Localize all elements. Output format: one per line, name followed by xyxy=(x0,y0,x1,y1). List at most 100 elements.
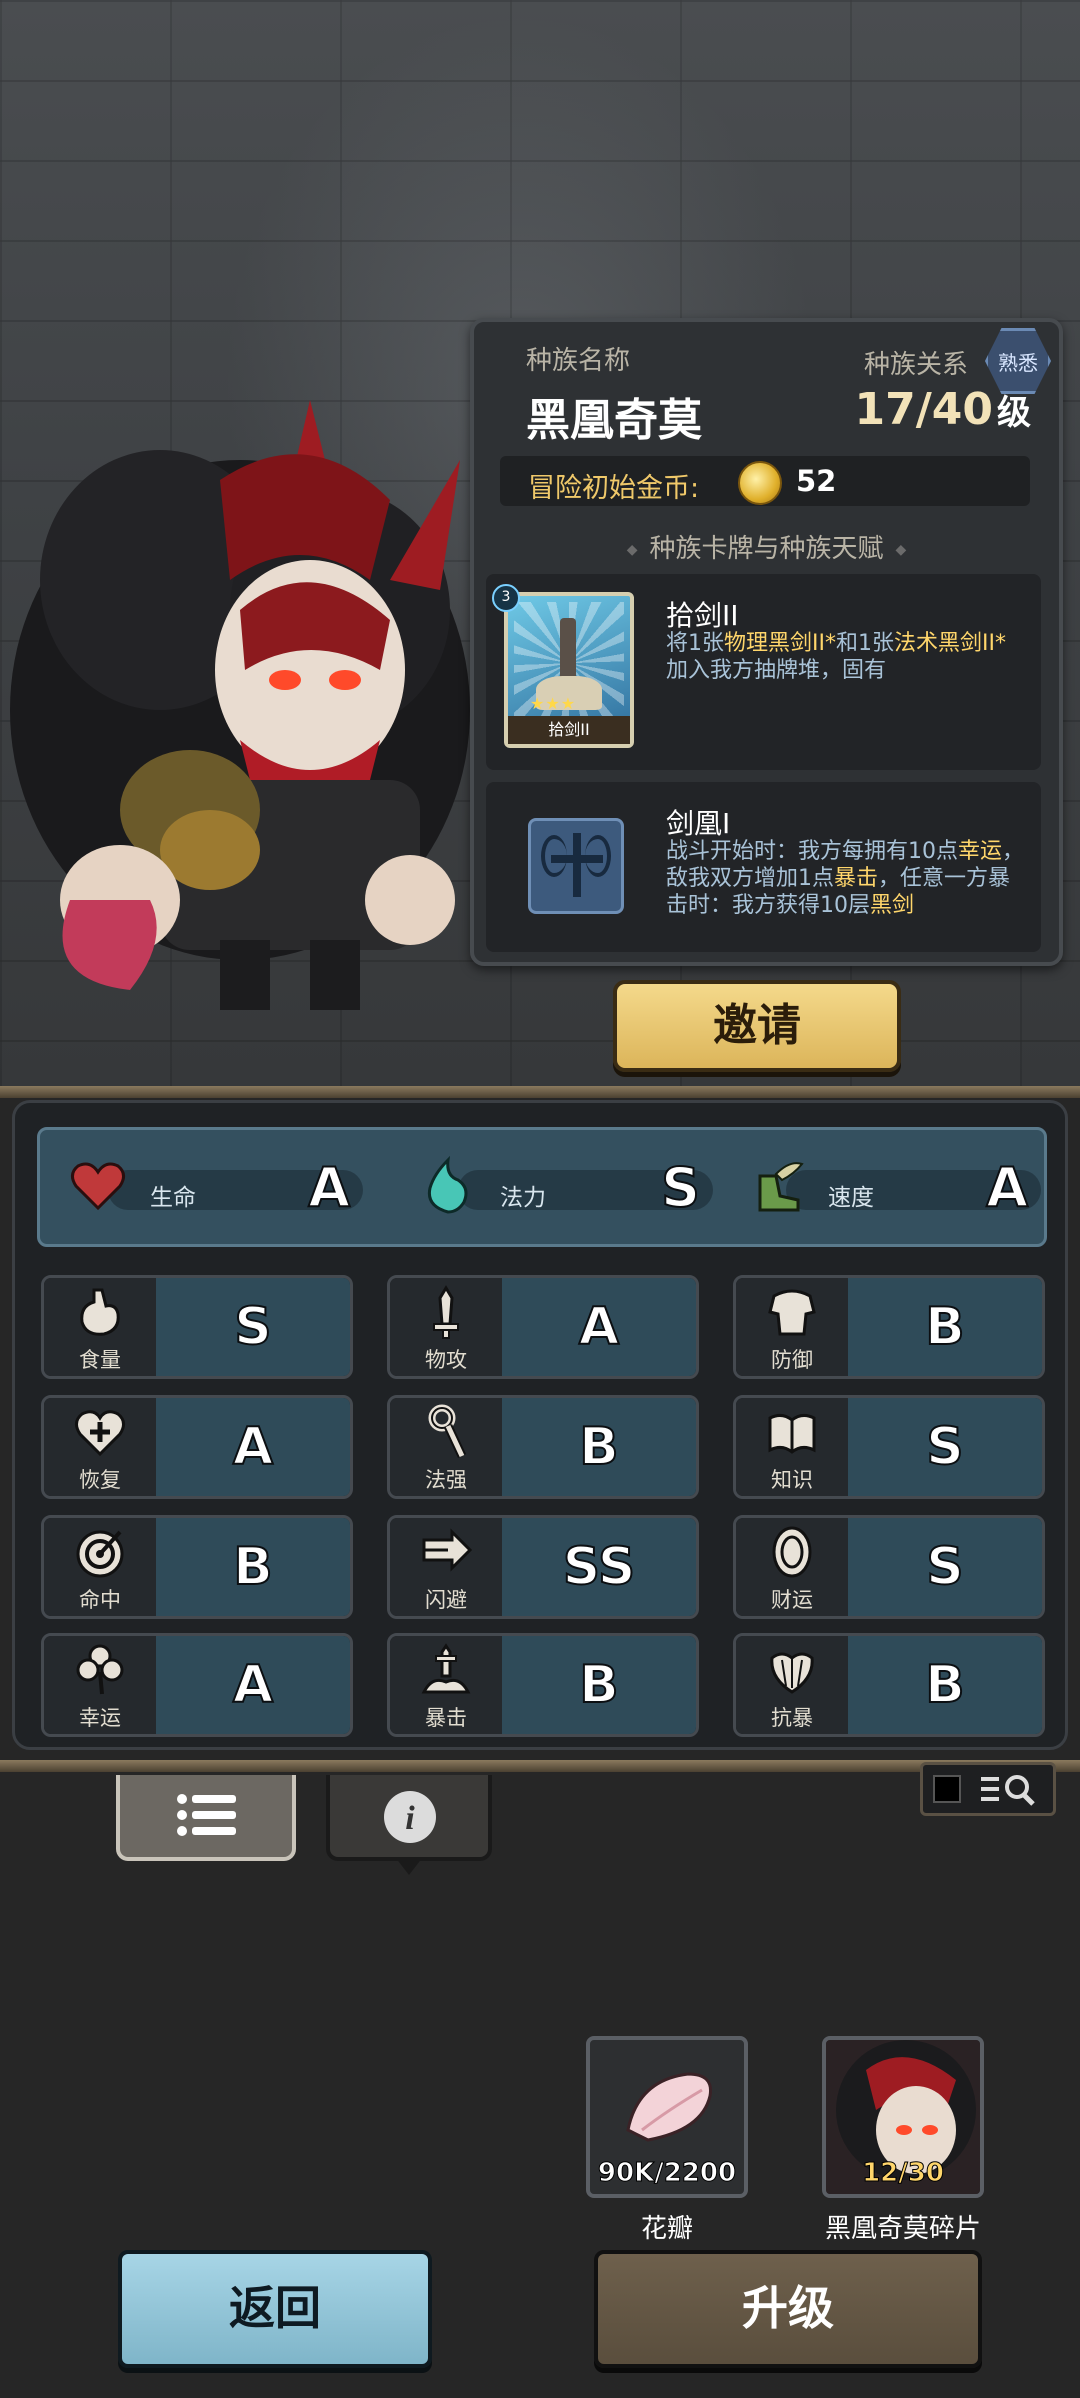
attr-magic-power[interactable]: 法强 B xyxy=(387,1395,699,1499)
race-talent-entry[interactable]: 剑凰I 战斗开始时：我方每拥有10点幸运，敌我双方增加1点暴击，任意一方暴击时：… xyxy=(486,782,1041,952)
attr-recovery[interactable]: 恢复 A xyxy=(41,1395,353,1499)
race-talent-title: 剑凰I xyxy=(666,807,731,840)
attr-grade: S xyxy=(925,1536,964,1598)
target-icon xyxy=(76,1530,124,1578)
race-level-value: 17/40 xyxy=(854,384,993,435)
stat-speed[interactable]: 速度 A xyxy=(746,1155,1046,1220)
info-icon: i xyxy=(384,1791,436,1843)
attr-physical-attack[interactable]: 物攻 A xyxy=(387,1275,699,1379)
attr-luck[interactable]: 幸运 A xyxy=(41,1633,353,1737)
attr-name: 食量 xyxy=(79,1348,121,1372)
race-talent-description: 战斗开始时：我方每拥有10点幸运，敌我双方增加1点暴击，任意一方暴击时：我方获得… xyxy=(666,839,1025,918)
back-button[interactable]: 返回 xyxy=(118,2250,432,2368)
material-name: 黑凰奇莫碎片 xyxy=(824,2214,981,2244)
stat-mana[interactable]: 法力 S xyxy=(418,1155,718,1220)
card-thumb-caption: 拾剑II xyxy=(508,716,630,744)
material-hero-shard[interactable]: 12/30 xyxy=(822,2036,984,2198)
attr-grade: S xyxy=(233,1296,272,1358)
starting-gold-value: 52 xyxy=(796,464,837,498)
relation-badge-text: 熟悉 xyxy=(998,350,1038,375)
attr-grade: S xyxy=(925,1416,964,1478)
material-count: 12/30 xyxy=(862,2158,945,2189)
attr-critical[interactable]: 暴击 B xyxy=(387,1633,699,1737)
book-icon xyxy=(768,1413,816,1454)
attr-crit-resist[interactable]: 抗暴 B xyxy=(733,1633,1045,1737)
attr-name: 防御 xyxy=(771,1348,813,1372)
attr-defense[interactable]: 防御 B xyxy=(733,1275,1045,1379)
shell-icon xyxy=(770,1652,814,1694)
staff-icon xyxy=(428,1404,467,1458)
race-card-thumbnail[interactable]: ★★★ 拾剑II xyxy=(504,592,634,748)
attr-grade: SS xyxy=(562,1536,637,1598)
attr-knowledge[interactable]: 知识 S xyxy=(733,1395,1045,1499)
attr-grade: B xyxy=(578,1416,620,1478)
attr-grade: B xyxy=(924,1654,966,1716)
search-list-icon[interactable] xyxy=(979,1771,1039,1807)
winged-sword-icon xyxy=(528,818,624,914)
attr-grade: A xyxy=(232,1416,274,1478)
attr-food[interactable]: 食量 S xyxy=(41,1275,353,1379)
primary-stats-bar: 生命 A 法力 S 速度 A xyxy=(37,1127,1047,1247)
stat-grade: S xyxy=(660,1155,701,1220)
attr-name: 命中 xyxy=(79,1588,121,1612)
material-petal[interactable]: 90K/2200 xyxy=(586,2036,748,2198)
toggle-checkbox-icon[interactable] xyxy=(933,1775,961,1803)
attr-name: 抗暴 xyxy=(771,1706,813,1730)
race-level-unit: 级 xyxy=(997,393,1031,433)
attr-name: 幸运 xyxy=(79,1706,121,1730)
mana-flame-icon xyxy=(427,1156,468,1214)
stat-name: 速度 xyxy=(828,1185,874,1211)
attr-grade: A xyxy=(578,1296,620,1358)
upgrade-button[interactable]: 升级 xyxy=(594,2250,982,2368)
stomach-icon xyxy=(80,1288,120,1336)
stat-name: 生命 xyxy=(150,1185,196,1211)
invite-button[interactable]: 邀请 xyxy=(613,980,901,1072)
race-name: 黑凰奇莫 xyxy=(526,395,702,446)
attr-grade: B xyxy=(578,1654,620,1716)
hero-character-art xyxy=(10,400,470,1010)
heart-icon xyxy=(71,1162,125,1211)
material-name: 花瓣 xyxy=(640,2214,693,2244)
race-name-label: 种族名称 xyxy=(526,346,631,376)
sword-icon xyxy=(433,1285,459,1339)
attr-grade: B xyxy=(232,1536,274,1598)
stat-health[interactable]: 生命 A xyxy=(68,1155,368,1220)
heart-plus-icon xyxy=(75,1410,125,1457)
tab-attributes-list[interactable] xyxy=(116,1775,296,1861)
card-talent-section-title: 种族卡牌与种族天赋 xyxy=(474,528,1059,565)
attr-name: 物攻 xyxy=(425,1348,467,1372)
attr-wealth[interactable]: 财运 S xyxy=(733,1515,1045,1619)
race-level: 17/40 级 xyxy=(854,384,1031,435)
petal-icon xyxy=(626,2072,713,2142)
card-stars-icon: ★★★ xyxy=(530,694,577,713)
frame-divider-top xyxy=(0,1086,1080,1098)
tab-info[interactable]: i xyxy=(326,1775,492,1875)
card-cost-badge: 3 xyxy=(492,584,520,612)
clover-icon xyxy=(76,1644,124,1695)
stat-grade: A xyxy=(307,1155,351,1220)
dodge-arrow-icon xyxy=(422,1528,473,1572)
attr-name: 闪避 xyxy=(425,1588,467,1612)
winged-boot-icon xyxy=(758,1162,804,1212)
attr-grade: A xyxy=(232,1654,274,1716)
race-relation-label: 种族关系 xyxy=(864,350,969,380)
armor-icon xyxy=(768,1289,816,1336)
race-card-title: 拾剑II xyxy=(666,599,739,632)
starting-gold-label: 冒险初始金币: xyxy=(528,473,700,504)
attr-name: 暴击 xyxy=(425,1706,467,1730)
stat-name: 法力 xyxy=(500,1185,546,1211)
starting-gold-row: 冒险初始金币: 52 xyxy=(500,456,1030,506)
frame-divider-bottom xyxy=(0,1760,1080,1772)
material-count: 90K/2200 xyxy=(597,2158,737,2189)
race-card-entry[interactable]: ★★★ 拾剑II 3 拾剑II 将1张物理黑剑II*和1张法术黑剑II*加入我方… xyxy=(486,574,1041,770)
attr-name: 知识 xyxy=(771,1468,813,1492)
list-icon xyxy=(177,1794,236,1836)
filter-tools[interactable] xyxy=(920,1762,1056,1816)
attr-accuracy[interactable]: 命中 B xyxy=(41,1515,353,1619)
attr-name: 财运 xyxy=(771,1588,813,1612)
attr-dodge[interactable]: 闪避 SS xyxy=(387,1515,699,1619)
gold-coin-icon xyxy=(738,461,782,505)
attr-name: 法强 xyxy=(425,1468,467,1492)
svg-text:i: i xyxy=(405,1800,415,1837)
attr-grade: B xyxy=(924,1296,966,1358)
